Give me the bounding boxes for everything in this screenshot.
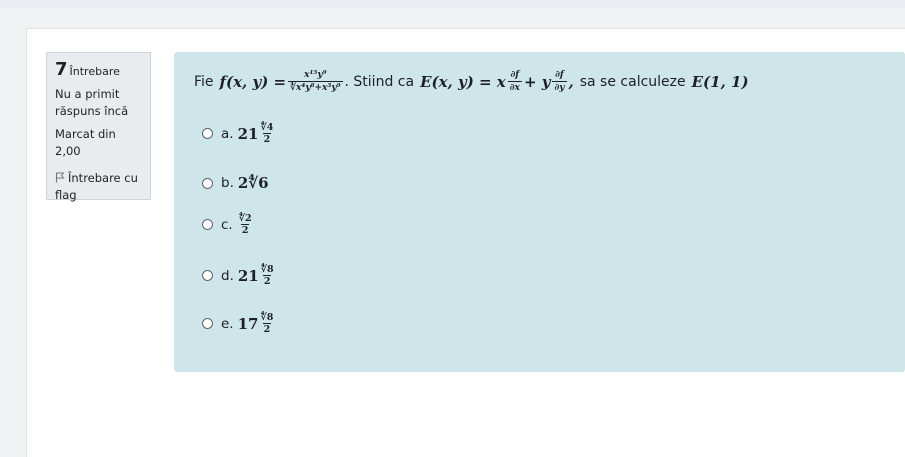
answer-label: c. — [221, 216, 233, 233]
question-mark: Marcat din 2,00 — [55, 127, 116, 158]
answer-whole: 17 — [237, 314, 259, 333]
answer-option-c[interactable]: c. ∜2 2 — [202, 213, 253, 236]
question-status: Nu a primit răspuns încă — [55, 87, 129, 118]
answer-numerator: ∜8 — [260, 312, 274, 323]
answer-numerator: ∜8 — [260, 264, 274, 275]
question-text: Fie f(x, y) = x¹⁵y⁹ ∜x⁴y⁸+x³y⁹ . Stiind … — [194, 62, 894, 102]
df-dx-fraction: ∂f ∂x — [507, 70, 522, 94]
flag-question-link[interactable]: Întrebare cu flag — [55, 170, 142, 204]
df-dy-fraction: ∂f ∂y — [552, 70, 567, 94]
answer-fraction: ∜2 2 — [238, 213, 253, 236]
answer-denominator: 2 — [262, 275, 272, 287]
df-numerator-2: ∂f — [555, 70, 564, 80]
answer-radio-a[interactable] — [202, 128, 213, 139]
question-word: Întrebare — [69, 65, 120, 78]
top-bar — [0, 0, 905, 8]
answer-numerator: ∜4 — [260, 122, 274, 133]
flag-label: Întrebare cu flag — [55, 171, 138, 202]
answer-option-a[interactable]: a. 21 ∜4 2 — [202, 122, 274, 145]
f-fraction: x¹⁵y⁹ ∜x⁴y⁸+x³y⁹ — [288, 70, 343, 94]
e-lhs: E(x, y) = x — [420, 73, 506, 91]
f-numerator: x¹⁵y⁹ — [304, 70, 327, 80]
answer-radio-d[interactable] — [202, 270, 213, 281]
flag-icon — [55, 172, 65, 183]
answer-fraction: ∜8 2 — [259, 312, 274, 335]
qtext-mid: . Stiind ca — [344, 74, 415, 90]
comma: , — [568, 73, 574, 91]
answer-label: e. — [221, 315, 234, 332]
answer-radio-c[interactable] — [202, 219, 213, 230]
answer-whole: 21 — [237, 124, 259, 143]
question-info-panel: 7 Întrebare Nu a primit răspuns încă Marc… — [46, 52, 151, 202]
qtext-prefix: Fie — [194, 74, 214, 90]
answer-denominator: 2 — [240, 224, 250, 236]
target-expr: E(1, 1) — [691, 73, 749, 91]
answer-label: a. — [221, 125, 234, 142]
answer-expr: 2∜6 — [237, 174, 269, 192]
answer-denominator: 2 — [262, 133, 272, 145]
answer-radio-b[interactable] — [202, 177, 213, 189]
answer-option-e[interactable]: e. 17 ∜8 2 — [202, 312, 274, 335]
question-number: 7 — [55, 59, 68, 80]
f-lhs: f(x, y) = — [219, 73, 287, 91]
qtext-suffix: sa se calculeze — [579, 74, 686, 90]
dy-denominator: ∂y — [552, 81, 567, 93]
dx-denominator: ∂x — [507, 81, 522, 93]
answer-option-b[interactable]: b. 2∜6 — [202, 174, 269, 192]
question-number-line: 7 Întrebare — [55, 61, 142, 80]
answer-fraction: ∜8 2 — [260, 264, 275, 287]
answer-whole: 21 — [237, 266, 259, 285]
f-denominator: ∜x⁴y⁸+x³y⁹ — [288, 81, 343, 93]
question-formulation: Fie f(x, y) = x¹⁵y⁹ ∜x⁴y⁸+x³y⁹ . Stiind … — [174, 52, 905, 372]
answer-label: b. — [221, 175, 234, 191]
answer-radio-e[interactable] — [202, 318, 213, 329]
answer-denominator: 2 — [262, 323, 272, 335]
answer-fraction: ∜4 2 — [259, 122, 274, 145]
answer-label: d. — [221, 267, 234, 284]
answer-numerator: ∜2 — [238, 213, 252, 224]
plus-y: + y — [523, 73, 551, 91]
df-numerator: ∂f — [510, 70, 520, 80]
answer-option-d[interactable]: d. 21 ∜8 2 — [202, 264, 275, 287]
